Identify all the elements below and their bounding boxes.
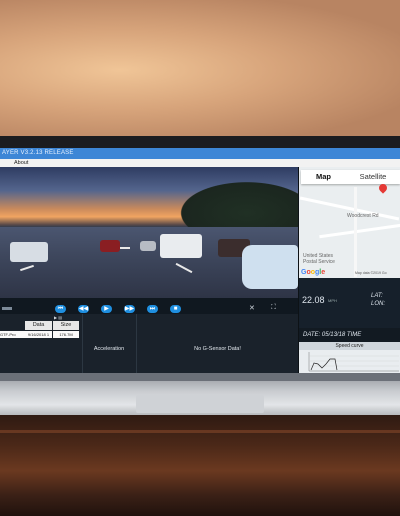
- playback-controls: ⏮ ◀◀ ▶ ▶▶ ⏭ ■ ✕ ⛶: [0, 298, 298, 314]
- close-icon[interactable]: ✕: [249, 304, 255, 312]
- table-cell[interactable]: 176.7M: [53, 331, 79, 338]
- map-road: [354, 187, 357, 277]
- table-cell[interactable]: GTF-Pro: [0, 331, 25, 338]
- location-pin-icon: [377, 182, 389, 194]
- car-suv-white: [160, 234, 202, 258]
- car-blue-right: [242, 245, 298, 289]
- map-panel[interactable]: Map Satellite Woodcrest Rd United States…: [299, 167, 400, 278]
- menu-bar: About: [0, 159, 400, 167]
- desk-edge: [0, 430, 400, 433]
- seek-slider[interactable]: [2, 307, 12, 310]
- map-tab-bar: Map Satellite: [301, 170, 400, 184]
- speed-curve-panel: Speed curve: [299, 342, 400, 373]
- video-player[interactable]: [0, 167, 298, 298]
- column-header-data[interactable]: Data: [25, 321, 52, 330]
- background-wall: [0, 0, 400, 140]
- map-copyright: Map data ©2019 Go: [355, 271, 387, 275]
- fullscreen-icon[interactable]: ⛶: [271, 304, 276, 312]
- google-logo: Google: [301, 269, 326, 276]
- app-window: AYER V3.2.13 RELEASE About Map Satellite…: [0, 148, 400, 373]
- map-road: [319, 222, 400, 239]
- menu-item-about[interactable]: About: [14, 159, 28, 167]
- speed-unit: MPH: [328, 298, 337, 303]
- longitude-label: LON:: [371, 301, 386, 307]
- column-header-size[interactable]: Size: [53, 321, 79, 330]
- map-label-place: Postal Service: [303, 259, 335, 265]
- fast-forward-button[interactable]: ▶▶: [124, 305, 135, 313]
- rewind-button[interactable]: ◀◀: [78, 305, 89, 313]
- tab-map[interactable]: Map: [301, 170, 346, 184]
- telemetry-panel: 22.08 MPH LAT: LON:: [299, 278, 400, 328]
- skip-back-button[interactable]: ⏮: [55, 305, 66, 313]
- car-white-left: [10, 242, 48, 262]
- lane-marking: [120, 247, 130, 249]
- stop-button[interactable]: ■: [170, 305, 181, 313]
- car-distant: [140, 241, 156, 251]
- touchpad: [136, 395, 264, 413]
- acceleration-panel: Acceleration: [82, 314, 135, 373]
- speed-value: 22.08: [302, 295, 325, 305]
- play-button[interactable]: ▶: [101, 305, 112, 313]
- map-label-street: Woodcrest Rd: [347, 213, 379, 219]
- table-cell[interactable]: 9/16/2018 1: [25, 331, 52, 338]
- gsensor-message: No G-Sensor Data!: [136, 314, 298, 373]
- window-title: AYER V3.2.13 RELEASE: [0, 148, 400, 159]
- speed-curve-chart: [308, 352, 399, 372]
- tab-satellite[interactable]: Satellite: [346, 170, 400, 184]
- skip-forward-button[interactable]: ⏭: [147, 305, 158, 313]
- car-red: [100, 240, 120, 252]
- date-time-readout: DATE: 05/13/18 TIME: [299, 328, 400, 342]
- latitude-label: LAT:: [371, 293, 383, 299]
- speed-curve-title: Speed curve: [299, 342, 400, 350]
- table-nav-icons[interactable]: ▶ ▤: [54, 315, 62, 320]
